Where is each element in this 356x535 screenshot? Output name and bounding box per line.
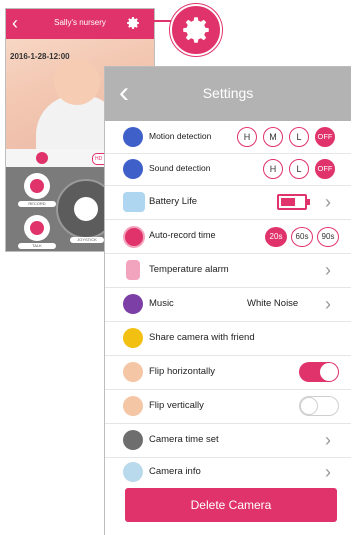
music-note-icon	[123, 294, 143, 314]
row-flip-horizontally: Flip horizontally	[105, 355, 351, 390]
record-icon	[123, 226, 145, 248]
sound-off-button[interactable]: OFF	[315, 159, 335, 179]
toggle-knob	[320, 363, 338, 381]
info-icon	[123, 462, 143, 482]
share-icon	[123, 328, 143, 348]
flip-vertical-icon	[123, 396, 143, 416]
row-auto-record-time: Auto-record time 20s 60s 90s	[105, 219, 351, 254]
settings-header: ‹ Settings	[105, 67, 351, 121]
feed-timestamp: 2016-1-28-12:00	[10, 52, 70, 61]
motion-off-button[interactable]: OFF	[315, 127, 335, 147]
rec-60s-button[interactable]: 60s	[291, 227, 313, 247]
record-label: RECORD	[18, 201, 56, 207]
flip-vertical-toggle[interactable]	[299, 396, 339, 416]
autorecord-label: Auto-record time	[149, 230, 216, 240]
flip-v-label: Flip vertically	[149, 400, 204, 411]
share-label: Share camera with friend	[149, 332, 255, 343]
music-value: White Noise	[247, 298, 299, 309]
sound-l-button[interactable]: L	[289, 159, 309, 179]
battery-tip	[307, 199, 310, 205]
toggle-knob	[300, 397, 318, 415]
battery-icon	[123, 192, 145, 212]
clock-icon	[123, 430, 143, 450]
rec-20s-button[interactable]: 20s	[265, 227, 287, 247]
gear-callout	[170, 4, 222, 56]
row-sound-detection: Sound detection H L OFF	[105, 153, 351, 186]
back-chevron-icon[interactable]: ‹	[12, 13, 18, 33]
crosshair-icon[interactable]	[36, 152, 48, 164]
temperature-label: Temperature alarm	[149, 264, 229, 275]
joystick-knob	[74, 197, 98, 221]
motion-icon	[123, 127, 143, 147]
record-icon	[30, 179, 44, 193]
gear-icon[interactable]	[125, 15, 141, 31]
baby-face	[54, 59, 100, 105]
settings-screen: ‹ Settings Motion detection H M L OFF So…	[104, 66, 351, 535]
thermometer-icon	[126, 260, 140, 280]
talk-label: TALK	[18, 243, 56, 249]
microphone-icon	[30, 221, 44, 235]
chevron-right-icon: ›	[325, 192, 331, 212]
live-view-header: ‹ Sally's nursery	[6, 9, 154, 39]
record-button[interactable]	[24, 173, 50, 199]
row-motion-detection: Motion detection H M L OFF	[105, 121, 351, 154]
settings-title: Settings	[202, 85, 254, 101]
gear-icon	[183, 17, 209, 43]
chevron-right-icon: ›	[325, 294, 331, 314]
talk-button[interactable]	[24, 215, 50, 241]
motion-m-button[interactable]: M	[263, 127, 283, 147]
chevron-right-icon: ›	[325, 430, 331, 450]
rec-90s-button[interactable]: 90s	[317, 227, 339, 247]
sound-label: Sound detection	[149, 163, 211, 173]
chevron-right-icon: ›	[325, 462, 331, 482]
delete-camera-button[interactable]: Delete Camera	[125, 488, 337, 522]
row-share-camera[interactable]: Share camera with friend	[105, 321, 351, 356]
nursery-title: Sally's nursery	[54, 18, 106, 27]
motion-l-button[interactable]: L	[289, 127, 309, 147]
music-label: Music	[149, 298, 174, 309]
row-battery-life[interactable]: Battery Life ›	[105, 185, 351, 220]
motion-h-button[interactable]: H	[237, 127, 257, 147]
flip-horizontal-toggle[interactable]	[299, 362, 339, 382]
sound-h-button[interactable]: H	[263, 159, 283, 179]
sound-icon	[123, 159, 143, 179]
row-flip-vertically: Flip vertically	[105, 389, 351, 424]
row-music[interactable]: Music White Noise ›	[105, 287, 351, 322]
motion-label: Motion detection	[149, 131, 212, 141]
info-label: Camera info	[149, 466, 201, 477]
battery-level-fill	[281, 198, 295, 206]
flip-h-label: Flip horizontally	[149, 366, 215, 377]
joystick-label: JOYSTICK	[70, 237, 104, 243]
battery-label: Battery Life	[149, 196, 198, 207]
battery-level-icon	[277, 194, 307, 210]
time-label: Camera time set	[149, 434, 219, 445]
row-temperature-alarm[interactable]: Temperature alarm ›	[105, 253, 351, 288]
row-camera-time-set[interactable]: Camera time set ›	[105, 423, 351, 458]
row-camera-info[interactable]: Camera info ›	[105, 457, 351, 487]
flip-horizontal-icon	[123, 362, 143, 382]
quality-hd-label: HD	[95, 156, 103, 162]
chevron-right-icon: ›	[325, 260, 331, 280]
